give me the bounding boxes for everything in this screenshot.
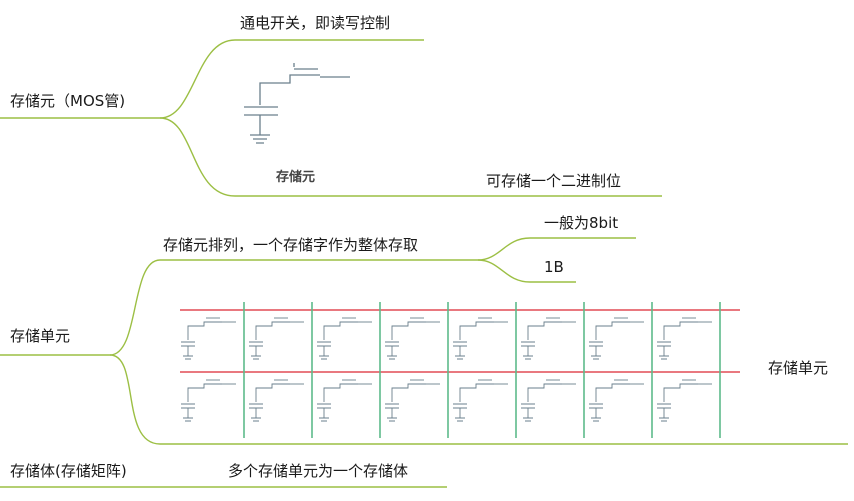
storage-cell xyxy=(317,317,372,360)
storage-cell xyxy=(657,379,712,422)
storage-cell xyxy=(657,317,712,360)
storage-cell xyxy=(521,379,576,422)
storage-unit-figure-label: 存储单元 xyxy=(768,359,829,377)
storage-element-figure xyxy=(244,63,350,144)
storage-cell xyxy=(589,379,644,422)
storage-cell xyxy=(249,317,304,360)
storage-matrix-figure xyxy=(180,302,740,438)
storage-element-caption: 存储元 xyxy=(276,170,316,185)
storage-cell xyxy=(453,317,508,360)
storage-cell xyxy=(181,317,236,360)
subchild-8bit: 一般为8bit xyxy=(544,214,619,232)
child-multi-units: 多个存储单元为一个存储体 xyxy=(228,462,409,480)
storage-cell xyxy=(521,317,576,360)
storage-cell xyxy=(385,317,440,360)
child-store-bit: 可存储一个二进制位 xyxy=(486,172,622,190)
child-word-access: 存储元排列，一个存储字作为整体存取 xyxy=(163,236,419,254)
storage-cell xyxy=(385,379,440,422)
storage-cell xyxy=(249,379,304,422)
subchild-1b: 1B xyxy=(544,258,564,276)
node-storage-body: 存储体(存储矩阵) xyxy=(10,462,127,480)
child-switch-control: 通电开关，即读写控制 xyxy=(240,14,391,32)
storage-cell xyxy=(317,379,372,422)
node-storage-unit: 存储单元 xyxy=(10,327,71,345)
storage-cell xyxy=(453,379,508,422)
storage-cell xyxy=(181,379,236,422)
storage-cell xyxy=(589,317,644,360)
node-storage-element: 存储元（MOS管) xyxy=(10,92,126,110)
